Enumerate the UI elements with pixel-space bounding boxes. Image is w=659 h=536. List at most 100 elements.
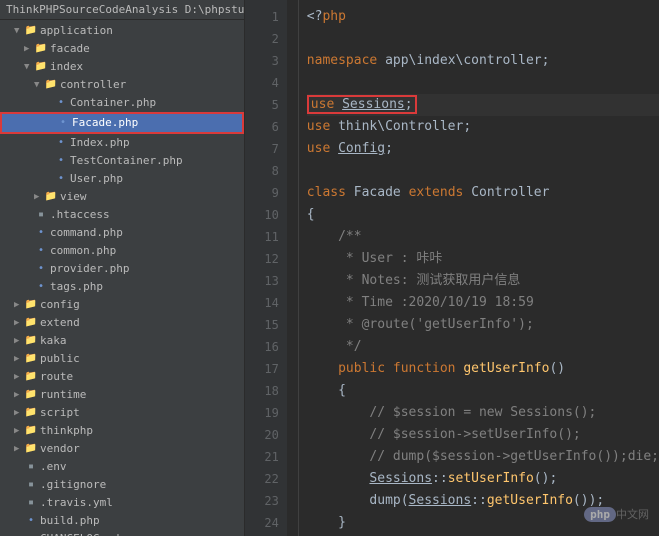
tree-item-common-php[interactable]: •common.php [0, 242, 244, 260]
tree-item-label: .htaccess [50, 207, 110, 223]
php-icon: • [56, 115, 70, 131]
code-line-5[interactable]: use Sessions; [307, 94, 659, 116]
line-number: 7 [245, 138, 279, 160]
code-area[interactable]: <?php namespace app\index\controller; us… [299, 0, 659, 536]
expand-arrow-icon[interactable]: ▶ [14, 387, 24, 403]
file-icon: ▪ [34, 207, 48, 223]
tree-item-label: script [40, 405, 80, 421]
tree-item-label: .gitignore [40, 477, 106, 493]
expand-arrow-icon[interactable]: ▶ [14, 333, 24, 349]
code-editor[interactable]: 123456789101112131415161718192021222324 … [245, 0, 659, 536]
tree-item-controller[interactable]: ▼📁controller [0, 76, 244, 94]
tree-item-changelog-md[interactable]: ▪CHANGELOG.md [0, 530, 244, 536]
tree-item-index-php[interactable]: •Index.php [0, 134, 244, 152]
tree-item-tags-php[interactable]: •tags.php [0, 278, 244, 296]
tree-item-label: .travis.yml [40, 495, 113, 511]
tree-item-application[interactable]: ▼📁application [0, 22, 244, 40]
tree-item-label: .env [40, 459, 67, 475]
code-line-22[interactable]: Sessions::setUserInfo(); [307, 468, 659, 490]
tree-item-provider-php[interactable]: •provider.php [0, 260, 244, 278]
expand-arrow-icon[interactable]: ▶ [14, 423, 24, 439]
tree-item-label: User.php [70, 171, 123, 187]
expand-arrow-icon[interactable]: ▶ [34, 189, 44, 205]
line-number: 24 [245, 512, 279, 534]
code-line-2[interactable] [307, 28, 659, 50]
tree-item-vendor[interactable]: ▶📁vendor [0, 440, 244, 458]
tree-item-container-php[interactable]: •Container.php [0, 94, 244, 112]
tree-item-facade[interactable]: ▶📁facade [0, 40, 244, 58]
tree-item-kaka[interactable]: ▶📁kaka [0, 332, 244, 350]
tree-item-config[interactable]: ▶📁config [0, 296, 244, 314]
folder-icon: 📁 [24, 351, 38, 367]
code-line-3[interactable]: namespace app\index\controller; [307, 50, 659, 72]
tree-item-facade-php[interactable]: •Facade.php [0, 112, 244, 134]
code-line-13[interactable]: * Notes: 测试获取用户信息 [307, 270, 659, 292]
code-line-1[interactable]: <?php [307, 6, 659, 28]
expand-arrow-icon[interactable]: ▶ [14, 351, 24, 367]
line-number: 9 [245, 182, 279, 204]
tree-item-extend[interactable]: ▶📁extend [0, 314, 244, 332]
tree-item-label: config [40, 297, 80, 313]
tree-item-route[interactable]: ▶📁route [0, 368, 244, 386]
tree-item-thinkphp[interactable]: ▶📁thinkphp [0, 422, 244, 440]
code-line-11[interactable]: /** [307, 226, 659, 248]
folder-icon: 📁 [24, 441, 38, 457]
fold-column[interactable] [287, 0, 299, 536]
php-icon: • [34, 243, 48, 259]
file-icon: ▪ [24, 531, 38, 536]
code-line-17[interactable]: public function getUserInfo() [307, 358, 659, 380]
tree-item-label: vendor [40, 441, 80, 457]
folder-icon: 📁 [34, 59, 48, 75]
file-tree[interactable]: ▼📁application▶📁facade▼📁index▼📁controller… [0, 20, 244, 536]
code-line-20[interactable]: // $session->setUserInfo(); [307, 424, 659, 446]
tree-item-label: provider.php [50, 261, 129, 277]
expand-arrow-icon[interactable]: ▶ [24, 41, 34, 57]
code-line-14[interactable]: * Time :2020/10/19 18:59 [307, 292, 659, 314]
tree-item-script[interactable]: ▶📁script [0, 404, 244, 422]
tree-item-label: command.php [50, 225, 123, 241]
code-line-8[interactable] [307, 160, 659, 182]
line-number: 6 [245, 116, 279, 138]
file-icon: ▪ [24, 459, 38, 475]
expand-arrow-icon[interactable]: ▶ [14, 441, 24, 457]
folder-icon: 📁 [44, 189, 58, 205]
code-line-16[interactable]: */ [307, 336, 659, 358]
tree-item-label: Container.php [70, 95, 156, 111]
tree-item--htaccess[interactable]: ▪.htaccess [0, 206, 244, 224]
tree-item-view[interactable]: ▶📁view [0, 188, 244, 206]
tree-item-label: runtime [40, 387, 86, 403]
project-sidebar: ThinkPHPSourceCodeAnalysis D:\phpstudy_p… [0, 0, 245, 536]
code-line-15[interactable]: * @route('getUserInfo'); [307, 314, 659, 336]
tree-item-user-php[interactable]: •User.php [0, 170, 244, 188]
expand-arrow-icon[interactable]: ▼ [14, 23, 24, 39]
code-line-4[interactable] [307, 72, 659, 94]
folder-icon: 📁 [24, 23, 38, 39]
code-line-7[interactable]: use Config; [307, 138, 659, 160]
code-line-9[interactable]: class Facade extends Controller [307, 182, 659, 204]
expand-arrow-icon[interactable]: ▶ [14, 405, 24, 421]
tree-item-runtime[interactable]: ▶📁runtime [0, 386, 244, 404]
line-number: 5 [245, 94, 279, 116]
tree-item--travis-yml[interactable]: ▪.travis.yml [0, 494, 244, 512]
tree-item-public[interactable]: ▶📁public [0, 350, 244, 368]
code-line-18[interactable]: { [307, 380, 659, 402]
tree-item--gitignore[interactable]: ▪.gitignore [0, 476, 244, 494]
tree-item-build-php[interactable]: •build.php [0, 512, 244, 530]
code-line-10[interactable]: { [307, 204, 659, 226]
code-line-19[interactable]: // $session = new Sessions(); [307, 402, 659, 424]
tree-item-testcontainer-php[interactable]: •TestContainer.php [0, 152, 244, 170]
code-line-6[interactable]: use think\Controller; [307, 116, 659, 138]
php-icon: • [34, 225, 48, 241]
expand-arrow-icon[interactable]: ▶ [14, 297, 24, 313]
line-number: 3 [245, 50, 279, 72]
expand-arrow-icon[interactable]: ▶ [14, 369, 24, 385]
expand-arrow-icon[interactable]: ▼ [34, 77, 44, 93]
tree-item-command-php[interactable]: •command.php [0, 224, 244, 242]
expand-arrow-icon[interactable]: ▼ [24, 59, 34, 75]
code-line-21[interactable]: // dump($session->getUserInfo());die; [307, 446, 659, 468]
php-icon: • [54, 135, 68, 151]
tree-item-index[interactable]: ▼📁index [0, 58, 244, 76]
tree-item--env[interactable]: ▪.env [0, 458, 244, 476]
expand-arrow-icon[interactable]: ▶ [14, 315, 24, 331]
code-line-12[interactable]: * User : 咔咔 [307, 248, 659, 270]
